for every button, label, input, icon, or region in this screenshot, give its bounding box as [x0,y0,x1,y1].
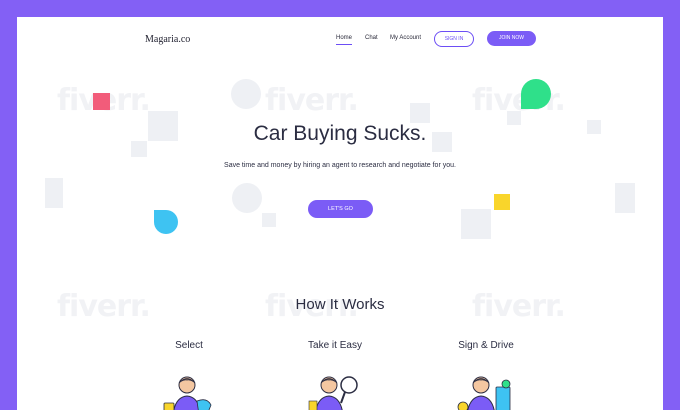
watermark: fiverr. [265,83,359,118]
yellow-square-shape [494,194,510,210]
step-sign-drive-title: Sign & Drive [458,340,514,351]
grey-square-shape [45,178,63,208]
grey-circle-shape [232,183,262,213]
agent-select-illustration-icon [163,376,212,410]
grey-circle-shape [231,79,261,109]
blue-leaf-shape [154,210,178,234]
grey-square-shape [262,213,276,227]
grey-square-shape [410,103,430,123]
grey-square-shape [615,183,635,213]
sign-in-button[interactable]: SIGN IN [434,31,474,47]
lets-go-button[interactable]: LET'S GO [308,200,373,218]
step-take-it-easy-title: Take it Easy [308,340,362,351]
step-select-title: Select [175,340,203,351]
grey-square-shape [461,209,491,239]
agent-sign-illustration-icon [457,376,511,410]
join-now-button[interactable]: JOIN NOW [487,31,536,46]
brand-logo[interactable]: Magaria.co [145,34,190,45]
hero-subtitle: Save time and money by hiring an agent t… [224,162,456,169]
pink-square-shape [93,93,110,110]
landing-page: fiverr. fiverr. fiverr. fiverr. fiverr. … [17,17,663,410]
nav-my-account-link[interactable]: My Account [390,35,421,41]
how-it-works-heading: How It Works [295,296,385,313]
nav-chat-link[interactable]: Chat [365,35,378,41]
agent-search-illustration-icon [308,376,358,410]
hero-title: Car Buying Sucks. [253,122,427,145]
green-leaf-shape [521,79,551,109]
nav-home-link[interactable]: Home [336,35,353,45]
